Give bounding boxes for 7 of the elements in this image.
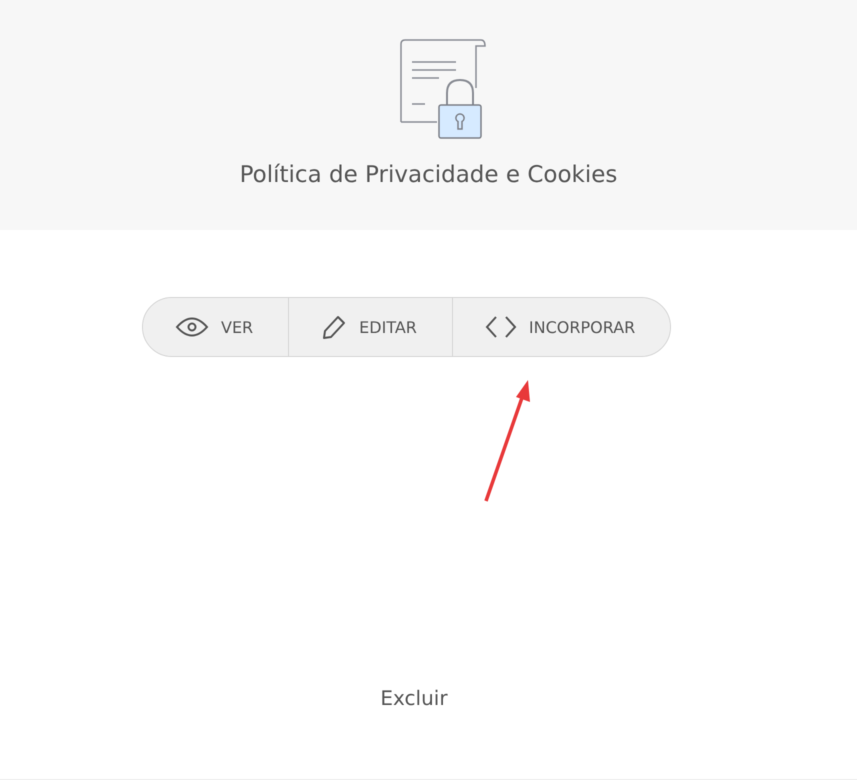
code-icon	[484, 315, 517, 339]
delete-link[interactable]: Excluir	[380, 686, 448, 712]
document-lock-icon	[398, 38, 486, 140]
page-title: Política de Privacidade e Cookies	[240, 162, 618, 188]
pencil-icon	[321, 314, 348, 340]
eye-icon	[175, 316, 209, 338]
embed-button[interactable]: INCORPORAR	[452, 298, 670, 356]
